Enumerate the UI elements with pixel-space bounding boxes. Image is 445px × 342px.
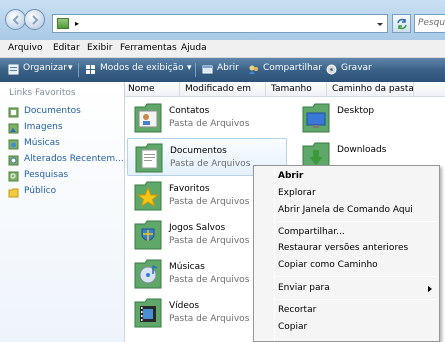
videos-folder-icon xyxy=(134,298,162,328)
disc-burn-icon xyxy=(326,64,337,75)
favorites-folder-icon xyxy=(134,181,162,211)
address-field[interactable]: ▸ xyxy=(52,14,388,33)
context-menu-item-explorar[interactable]: Explorar xyxy=(278,188,316,198)
folder-tile-contatos[interactable]: Contatos Pasta de Arquivos xyxy=(127,99,287,137)
organize-icon xyxy=(8,64,19,75)
column-divider[interactable] xyxy=(326,82,327,97)
chevron-down-icon[interactable] xyxy=(375,18,385,30)
context-menu-separator xyxy=(278,221,436,222)
context-menu-item-compartilhar[interactable]: Compartilhar... xyxy=(278,227,345,237)
command-toolbar: Organizar ▾ Modos de exibição ▾ Abrir Co… xyxy=(0,58,445,82)
sidebar-item-recent-changes[interactable]: Alterados Recentem... xyxy=(8,154,124,168)
context-menu-item-copiar[interactable]: Copiar xyxy=(278,322,307,332)
pictures-icon xyxy=(8,123,19,134)
back-button[interactable] xyxy=(5,9,26,30)
column-headers: Nome Modificado em Tamanho Caminho da pa… xyxy=(125,82,445,97)
documents-folder-icon xyxy=(135,143,163,173)
column-header-name[interactable]: Nome xyxy=(128,84,155,94)
breadcrumb-separator[interactable]: ▸ xyxy=(75,19,79,28)
column-divider[interactable] xyxy=(265,82,266,97)
open-icon xyxy=(202,65,213,74)
back-arrow-icon xyxy=(12,15,19,25)
contacts-folder-icon xyxy=(134,103,162,133)
context-menu-item-abrir[interactable]: Abrir xyxy=(278,171,303,181)
context-menu-item-open-command[interactable]: Abrir Janela de Comando Aqui xyxy=(278,205,413,215)
menu-bar: Arquivo Editar Exibir Ferramentas Ajuda xyxy=(0,40,445,58)
sidebar-item-imagens[interactable]: Imagens xyxy=(8,122,124,136)
context-menu-item-recortar[interactable]: Recortar xyxy=(278,305,316,315)
refresh-button[interactable] xyxy=(392,14,411,33)
column-divider[interactable] xyxy=(413,82,414,97)
context-menu-separator xyxy=(278,276,436,277)
context-menu-item-enviar-para[interactable]: Enviar para xyxy=(278,283,330,293)
chevron-down-icon: ▾ xyxy=(68,63,73,73)
menu-ferramentas[interactable]: Ferramentas xyxy=(120,43,177,53)
share-icon xyxy=(249,65,258,74)
searches-icon xyxy=(8,171,19,182)
menu-arquivo[interactable]: Arquivo xyxy=(8,43,42,53)
sidebar-item-pesquisas[interactable]: Pesquisas xyxy=(8,170,124,184)
music-folder-icon xyxy=(134,259,162,289)
documents-icon xyxy=(8,107,19,118)
forward-button[interactable] xyxy=(24,9,45,30)
folder-tile-desktop[interactable]: Desktop xyxy=(295,99,445,137)
context-menu-separator xyxy=(278,299,436,300)
column-divider[interactable] xyxy=(179,82,180,97)
address-bar-area: ▸ Pesquisa xyxy=(0,0,445,40)
forward-arrow-icon xyxy=(32,15,39,25)
saved-games-folder-icon xyxy=(134,220,162,250)
sidebar-item-publico[interactable]: Público xyxy=(8,186,124,200)
context-menu-gutter xyxy=(274,168,275,341)
toolbar-divider xyxy=(78,63,79,77)
favorite-links-pane: Links Favoritos Documentos Imagens Músic… xyxy=(0,82,125,342)
refresh-icon xyxy=(397,18,407,30)
views-icon xyxy=(86,65,95,74)
column-header-path[interactable]: Caminho da pasta xyxy=(332,84,414,94)
menu-editar[interactable]: Editar xyxy=(53,43,80,53)
search-input[interactable]: Pesquisa xyxy=(414,14,445,33)
context-menu-item-restaurar[interactable]: Restaurar versões anteriores xyxy=(278,243,408,253)
user-folder-icon xyxy=(57,18,69,29)
context-menu-item-copy-path[interactable]: Copiar como Caminho xyxy=(278,260,378,270)
sidebar-item-musicas[interactable]: Músicas xyxy=(8,138,124,152)
submenu-arrow-icon xyxy=(428,286,432,292)
column-header-size[interactable]: Tamanho xyxy=(271,84,312,94)
toolbar-divider xyxy=(195,63,196,77)
favorite-links-heading: Links Favoritos xyxy=(9,88,76,98)
chevron-down-icon: ▾ xyxy=(187,63,192,73)
desktop-folder-icon xyxy=(302,103,330,133)
column-header-modified[interactable]: Modificado em xyxy=(185,84,251,94)
music-icon xyxy=(8,139,19,150)
context-menu: Abrir Explorar Abrir Janela de Comando A… xyxy=(253,165,440,342)
recent-folder-icon xyxy=(8,155,19,166)
sidebar-item-documentos[interactable]: Documentos xyxy=(8,106,124,120)
menu-ajuda[interactable]: Ajuda xyxy=(181,43,207,53)
public-folder-icon xyxy=(8,188,19,198)
menu-exibir[interactable]: Exibir xyxy=(87,43,112,53)
